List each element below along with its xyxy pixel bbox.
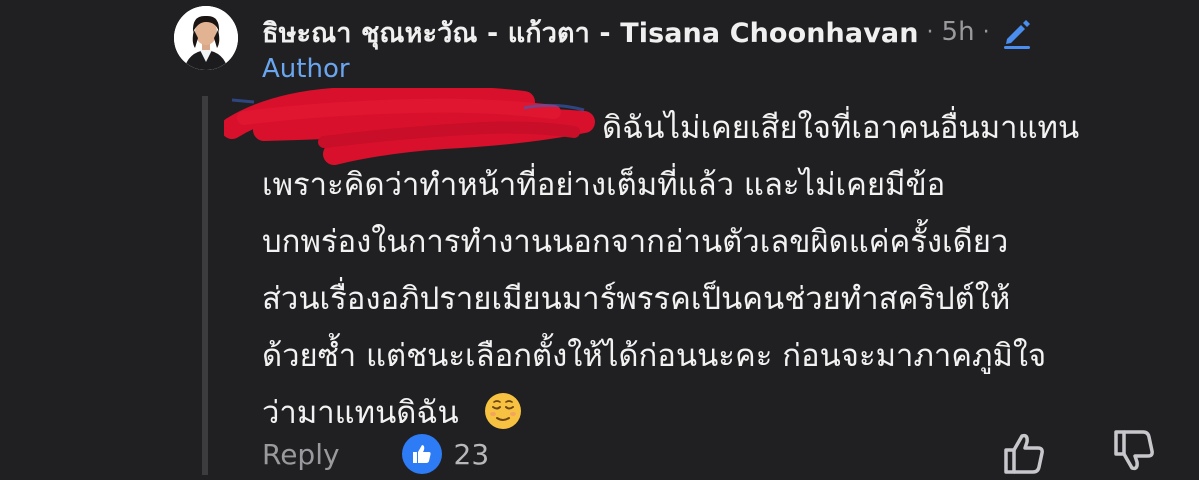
- edit-icon[interactable]: [1000, 15, 1034, 49]
- redaction-scribble: [221, 85, 604, 166]
- like-icon[interactable]: [401, 434, 442, 474]
- comment-time[interactable]: 5h: [942, 17, 975, 47]
- comment-text: ส่วนเรื่องอภิปรายเมียนมาร์พรรคเป็นคนช่วย…: [262, 281, 1011, 317]
- comment-line: บกพร่องในการทำงานนอกจากอ่านตัวเลขผิดแค่ค…: [262, 214, 1162, 271]
- reply-button[interactable]: Reply: [262, 438, 340, 471]
- comment-line: ด้วยซ้ำ แต่ชนะเลือกตั้งให้ได้ก่อนนะคะ ก่…: [262, 328, 1162, 385]
- comment-header: ธิษะณา ชุณหะวัณ - แก้วตา - Tisana Choonh…: [262, 14, 1034, 50]
- thumb-down-icon[interactable]: [1110, 428, 1158, 476]
- relieved-face-emoji: [483, 391, 523, 431]
- like-count: 23: [453, 437, 490, 471]
- comment-text: บกพร่องในการทำงานนอกจากอ่านตัวเลขผิดแค่ค…: [262, 224, 1009, 260]
- separator-dot: ·: [982, 19, 990, 45]
- separator-dot: ·: [926, 19, 934, 45]
- comment-line: ส่วนเรื่องอภิปรายเมียนมาร์พรรคเป็นคนช่วย…: [262, 271, 1162, 328]
- author-name[interactable]: ธิษะณา ชุณหะวัณ - แก้วตา - Tisana Choonh…: [262, 11, 919, 54]
- comment-text: เพราะคิดว่าทำหน้าที่อย่างเต็มที่แล้ว และ…: [262, 167, 946, 203]
- thread-line: [202, 96, 208, 475]
- comment-text: ด้วยซ้ำ แต่ชนะเลือกตั้งให้ได้ก่อนนะคะ ก่…: [262, 338, 1047, 374]
- comment-footer: Reply 23: [262, 432, 489, 476]
- avatar[interactable]: [174, 6, 238, 70]
- author-badge: Author: [262, 54, 350, 84]
- comment-text: ว่ามาแทนดิฉัน: [262, 395, 459, 431]
- comment-text: ดิฉันไม่เคยเสียใจที่เอาคนอื่นมาแทน: [602, 110, 1080, 146]
- thumb-up-icon[interactable]: [1000, 428, 1048, 476]
